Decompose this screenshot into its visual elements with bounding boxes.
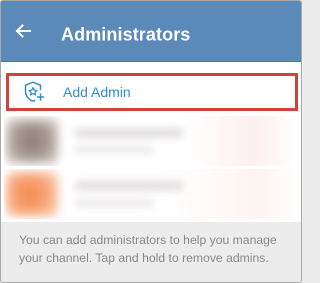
redaction-overlay [184,116,300,166]
shield-star-plus-icon [24,81,45,102]
admin-status-redacted [74,146,154,154]
add-admin-button[interactable]: Add Admin [6,73,298,111]
avatar [6,119,58,163]
admin-name-redacted [74,128,184,138]
add-admin-label: Add Admin [63,84,131,100]
redaction-overlay [164,169,300,219]
admin-status-redacted [74,199,154,207]
app-bar: Administrators [1,1,301,62]
admin-list-item[interactable] [4,116,300,166]
screen-frame: Administrators Add Admin You can add adm… [0,0,302,283]
arrow-left-icon [15,24,31,38]
back-button[interactable] [9,17,37,45]
avatar [6,172,58,216]
admin-list-item[interactable] [4,169,300,219]
page-title: Administrators [61,24,191,45]
help-text: You can add administrators to help you m… [19,233,277,265]
